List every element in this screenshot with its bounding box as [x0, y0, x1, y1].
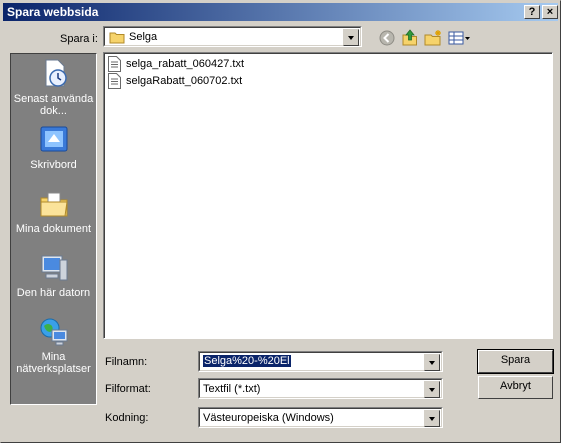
- new-folder-icon[interactable]: [423, 28, 443, 48]
- encoding-label: Kodning:: [105, 412, 149, 424]
- desktop-icon: [40, 126, 67, 152]
- folder-icon: [109, 32, 125, 44]
- help-button[interactable]: ?: [524, 5, 540, 19]
- save-in-dropdown[interactable]: Selga: [103, 26, 362, 47]
- encoding-value: Västeuropeiska (Windows): [203, 412, 334, 424]
- place-recent[interactable]: Senast använda dok...: [11, 58, 96, 117]
- text-file-icon: [108, 73, 121, 89]
- place-desktop[interactable]: Skrivbord: [11, 124, 96, 171]
- save-button[interactable]: Spara: [477, 349, 554, 374]
- chevron-down-icon[interactable]: [424, 410, 440, 427]
- place-network[interactable]: Mina nätverksplatser: [11, 316, 96, 375]
- place-label: Mina nätverksplatser: [16, 351, 91, 375]
- place-label: Den här datorn: [16, 287, 91, 299]
- place-label: Mina dokument: [15, 223, 92, 235]
- recent-documents-icon: [45, 59, 67, 87]
- place-my-documents[interactable]: Mina dokument: [11, 188, 96, 235]
- network-places-icon: [40, 318, 67, 346]
- cancel-button[interactable]: Avbryt: [478, 376, 553, 399]
- filename-label: Filnamn:: [105, 356, 148, 368]
- filename-value: Selga%20-%20El: [203, 355, 291, 367]
- text-file-icon: [108, 56, 121, 72]
- my-computer-icon: [41, 255, 67, 281]
- place-my-computer[interactable]: Den här datorn: [11, 252, 96, 299]
- back-icon[interactable]: [377, 28, 397, 48]
- chevron-down-icon[interactable]: [343, 29, 359, 46]
- place-label: Skrivbord: [30, 159, 77, 171]
- format-value: Textfil (*.txt): [203, 383, 261, 395]
- file-name: selga_rabatt_060427.txt: [126, 58, 245, 70]
- filename-field[interactable]: Selga%20-%20El: [198, 351, 443, 372]
- file-list[interactable]: selga_rabatt_060427.txt selgaRabatt_0607…: [103, 52, 553, 339]
- encoding-dropdown[interactable]: Västeuropeiska (Windows): [198, 407, 443, 428]
- title-bar[interactable]: Spara webbsida ? ×: [3, 3, 558, 21]
- up-folder-icon[interactable]: [400, 28, 420, 48]
- chevron-down-icon[interactable]: [424, 354, 440, 371]
- format-dropdown[interactable]: Textfil (*.txt): [198, 378, 443, 399]
- save-in-value: Selga: [129, 31, 158, 43]
- save-in-label: Spara i:: [60, 33, 98, 45]
- window-title: Spara webbsida: [7, 5, 99, 19]
- chevron-down-icon[interactable]: [424, 381, 440, 398]
- file-name: selgaRabatt_060702.txt: [126, 75, 243, 87]
- save-dialog: Spara webbsida ? × Spara i: Selga Senast…: [0, 0, 561, 443]
- place-label: Senast använda dok...: [13, 93, 94, 117]
- view-menu-icon[interactable]: [447, 28, 471, 48]
- close-button[interactable]: ×: [542, 5, 558, 19]
- my-documents-icon: [40, 192, 68, 217]
- places-bar: Senast använda dok... Skrivbord Mina dok…: [10, 53, 97, 405]
- format-label: Filformat:: [105, 383, 151, 395]
